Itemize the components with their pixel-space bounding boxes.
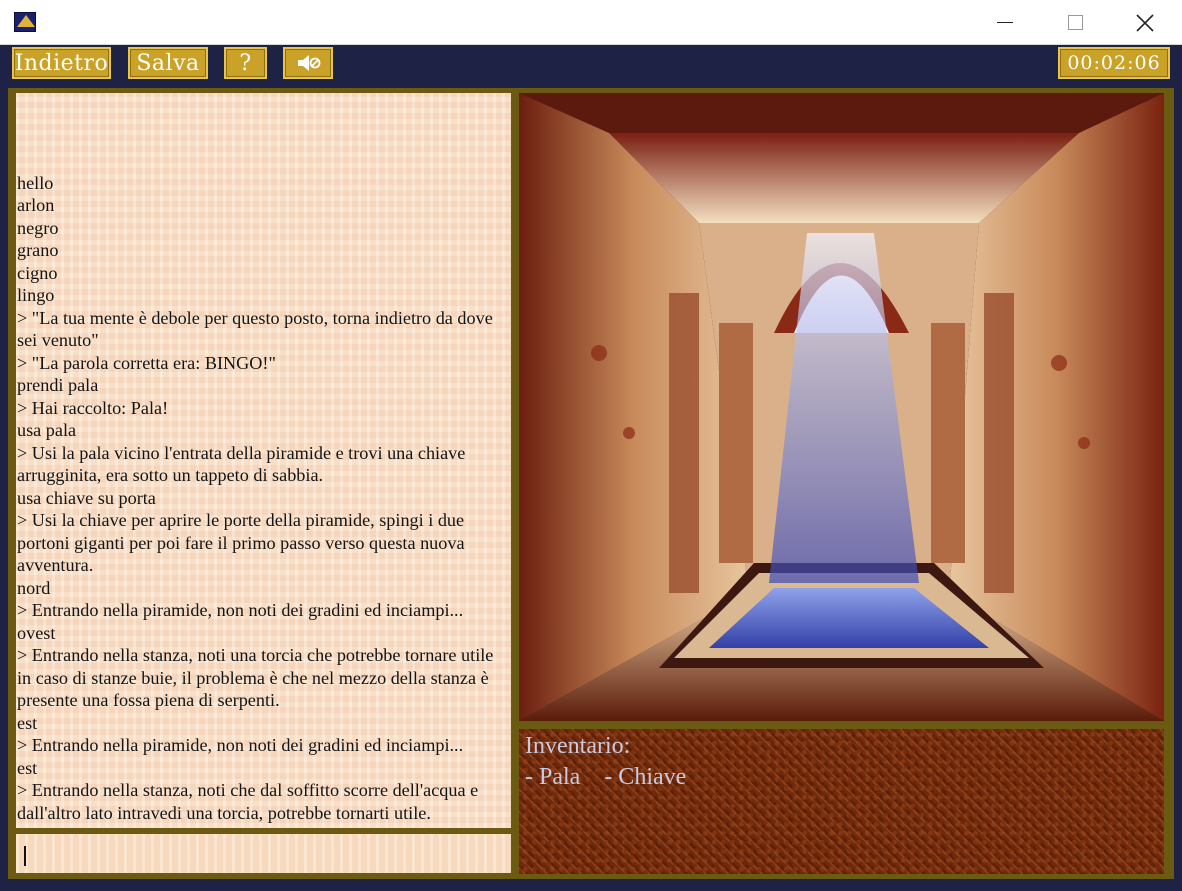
elapsed-timer: 00:02:06	[1058, 47, 1170, 79]
log-line: usa chiave su porta	[17, 487, 156, 508]
log-line: > Entrando nella stanza, noti una torcia…	[17, 645, 494, 710]
log-line: > Entrando nella stanza, noti che dal so…	[17, 780, 479, 823]
log-line: > Usi la pala vicino l'entrata della pir…	[17, 442, 466, 486]
minimize-icon	[997, 21, 1013, 24]
command-input[interactable]	[16, 834, 511, 873]
command-panel[interactable]	[16, 834, 511, 873]
log-lines: hello arlon negro grano cigno lingo > "La tua …	[17, 172, 507, 825]
maximize-button[interactable]	[1040, 0, 1110, 45]
speaker-muted-icon	[298, 55, 321, 71]
inventory-title: Inventario:	[525, 733, 631, 759]
log-line: cigno	[17, 262, 58, 283]
inventory-item: - Chiave	[604, 764, 687, 790]
log-line: > Entrando nella piramide, non noti dei …	[17, 735, 464, 755]
log-line: > Hai raccolto: Pala!	[17, 397, 169, 418]
close-button[interactable]	[1110, 0, 1180, 45]
log-line: > "La tua mente è debole per questo post…	[17, 307, 493, 351]
story-log: hello arlon negro grano cigno lingo > "La tua …	[16, 93, 511, 828]
log-line: > Usi la chiave per aprire le porte dell…	[17, 510, 465, 575]
log-line: prendi pala	[17, 375, 99, 395]
log-line: est	[17, 757, 38, 778]
log-line: usa pala	[17, 420, 77, 440]
maximize-icon	[1067, 15, 1083, 30]
log-line: est	[17, 712, 38, 733]
game-window: Indietro Salva ? 00:02:06 hello arlon negr…	[0, 45, 1182, 891]
close-icon	[1136, 13, 1154, 32]
log-line: lingo	[17, 285, 55, 305]
log-line: grano	[17, 240, 59, 260]
log-line: hello	[17, 172, 54, 193]
log-line: > "La parola corretta era: BINGO!"	[17, 352, 276, 373]
log-line: > Entrando nella piramide, non noti dei …	[17, 600, 464, 620]
save-button[interactable]: Salva	[128, 47, 208, 79]
inventory-panel: Inventario: - Pala - Chiave	[519, 729, 1164, 874]
sound-toggle-button[interactable]	[283, 47, 333, 79]
main-frame: hello arlon negro grano cigno lingo > "La tua …	[8, 88, 1174, 879]
log-line: ovest	[17, 622, 56, 643]
inventory-items: - Pala - Chiave	[525, 764, 1158, 791]
back-button[interactable]: Indietro	[12, 47, 111, 79]
pyramid-app-icon	[14, 12, 36, 32]
text-caret	[24, 846, 26, 866]
scene-image	[519, 93, 1164, 721]
log-line: arlon	[17, 195, 55, 215]
log-line: negro	[17, 217, 59, 238]
window-titlebar	[0, 0, 1182, 45]
log-line: nord	[17, 577, 51, 598]
pyramid-hall-illustration	[519, 93, 1164, 721]
inventory-item: - Pala	[525, 764, 581, 790]
minimize-button[interactable]	[970, 0, 1040, 45]
help-button[interactable]: ?	[224, 47, 267, 79]
